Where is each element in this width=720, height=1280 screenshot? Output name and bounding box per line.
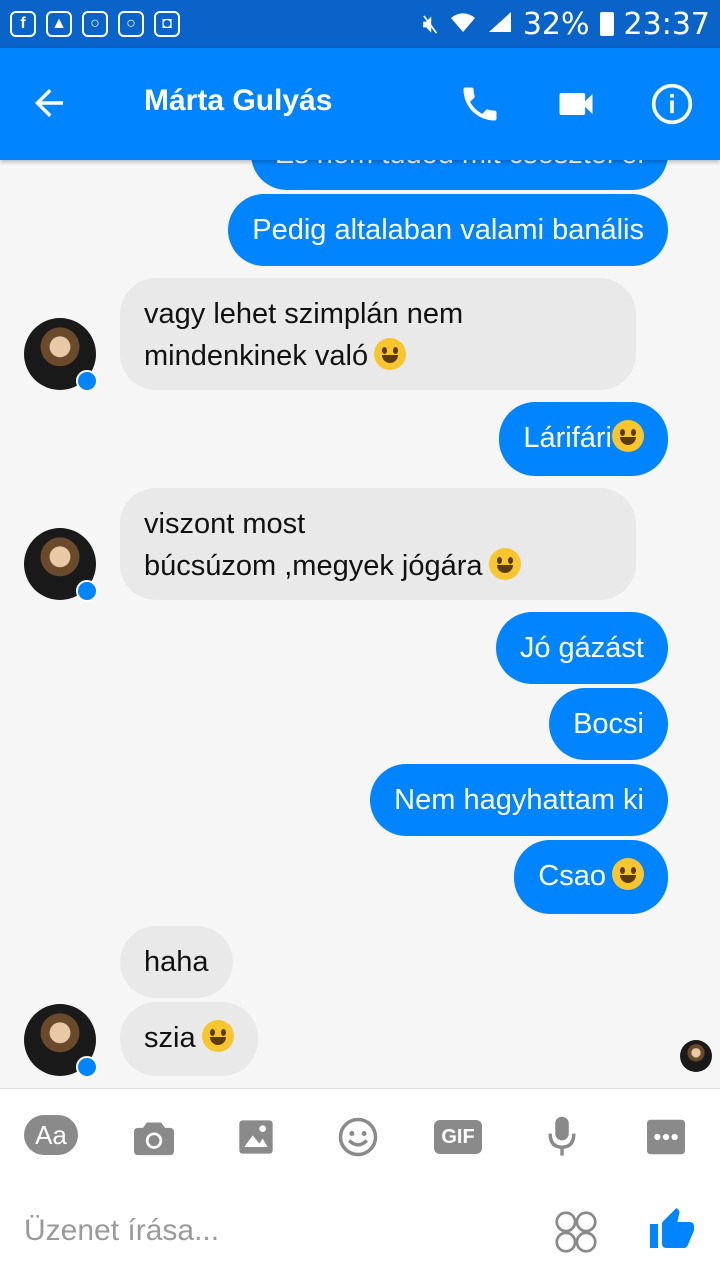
camera-icon[interactable] xyxy=(128,1115,180,1159)
tongue-emoji-icon xyxy=(374,338,407,370)
message-text: búcsúzom ,megyek jógára xyxy=(144,550,483,582)
wifi-icon xyxy=(449,10,477,39)
info-icon[interactable] xyxy=(650,82,694,126)
grin-emoji-icon xyxy=(201,1020,234,1052)
message-text: viszont most xyxy=(144,508,306,540)
message-outgoing[interactable]: Lárifári xyxy=(499,402,668,476)
instagram-icon-2: ○ xyxy=(118,11,144,37)
facebook-icon: f xyxy=(10,11,36,37)
message-text: Bocsi xyxy=(573,708,644,740)
messenger-badge-icon xyxy=(76,580,98,602)
message-outgoing[interactable]: Nem hagyhattam ki xyxy=(370,764,668,836)
contact-avatar[interactable] xyxy=(24,318,98,392)
message-input[interactable]: Üzenet írása... xyxy=(24,1214,219,1248)
message-incoming[interactable]: szia xyxy=(120,1002,258,1076)
message-text: Lárifári xyxy=(523,422,612,454)
contact-avatar[interactable] xyxy=(24,528,98,602)
message-text: szia xyxy=(144,1022,196,1054)
message-text: mindenkinek való xyxy=(144,340,369,372)
instagram-icon: ○ xyxy=(82,11,108,37)
galaxy-store-icon: ◘ xyxy=(154,11,180,37)
status-bar: f ▲ ○ ○ ◘ 🔇︎ 32% 23:37 xyxy=(0,0,720,48)
message-incoming[interactable]: haha xyxy=(120,926,233,998)
text-style-button[interactable]: Aa xyxy=(24,1115,78,1155)
message-outgoing[interactable]: Jó gázást xyxy=(495,612,668,684)
contact-name[interactable]: Márta Gulyás xyxy=(144,84,332,118)
messenger-badge-icon xyxy=(76,370,98,392)
phone-call-icon[interactable] xyxy=(458,82,502,126)
message-text: Nem hagyhattam ki xyxy=(394,784,644,816)
grin-emoji-icon xyxy=(612,420,644,452)
contact-avatar[interactable] xyxy=(24,1004,98,1078)
clock: 23:37 xyxy=(623,6,710,42)
message-text: És nem tudod mit csesztél el xyxy=(275,160,644,170)
signal-icon xyxy=(487,10,513,39)
battery-icon xyxy=(599,12,614,36)
microphone-icon[interactable] xyxy=(536,1115,588,1159)
message-text: haha xyxy=(144,946,209,978)
message-incoming[interactable]: viszont most búcsúzom ,megyek jógára xyxy=(120,488,636,600)
message-text: Csao xyxy=(538,860,606,892)
conversation-header: Márta Gulyás xyxy=(0,48,720,160)
like-thumbs-up-icon[interactable] xyxy=(648,1206,696,1259)
mute-icon: 🔇︎ xyxy=(422,8,439,38)
message-outgoing[interactable]: Bocsi xyxy=(549,688,668,760)
messenger-badge-icon xyxy=(76,1056,98,1078)
composer-toolbar: Aa GIF xyxy=(0,1088,720,1185)
message-composer: Üzenet írása... xyxy=(0,1184,720,1280)
grin-emoji-icon xyxy=(612,858,644,890)
stickers-icon[interactable] xyxy=(554,1210,598,1259)
more-options-icon[interactable] xyxy=(640,1115,692,1159)
message-text: Pedig altalaban valami banális xyxy=(252,214,644,246)
message-text: Jó gázást xyxy=(519,632,644,664)
image-gallery-icon[interactable] xyxy=(230,1115,282,1159)
message-incoming[interactable]: vagy lehet szimplán nem mindenkinek való xyxy=(120,278,636,390)
message-outgoing[interactable]: És nem tudod mit csesztél el xyxy=(250,160,668,190)
video-call-icon[interactable] xyxy=(554,82,598,126)
emoji-icon[interactable] xyxy=(332,1115,384,1159)
message-text: vagy lehet szimplán nem xyxy=(144,298,464,330)
seen-indicator-avatar xyxy=(680,1040,712,1072)
smile-emoji-icon xyxy=(488,548,521,580)
battery-percent: 32% xyxy=(522,6,590,42)
message-list[interactable]: És nem tudod mit csesztél el Pedig altal… xyxy=(0,160,720,1088)
gallery-icon: ▲ xyxy=(46,11,72,37)
message-outgoing[interactable]: Pedig altalaban valami banális xyxy=(228,194,668,266)
message-outgoing[interactable]: Csao xyxy=(514,840,668,914)
back-arrow-icon[interactable] xyxy=(28,82,70,124)
gif-button[interactable]: GIF xyxy=(434,1120,482,1154)
